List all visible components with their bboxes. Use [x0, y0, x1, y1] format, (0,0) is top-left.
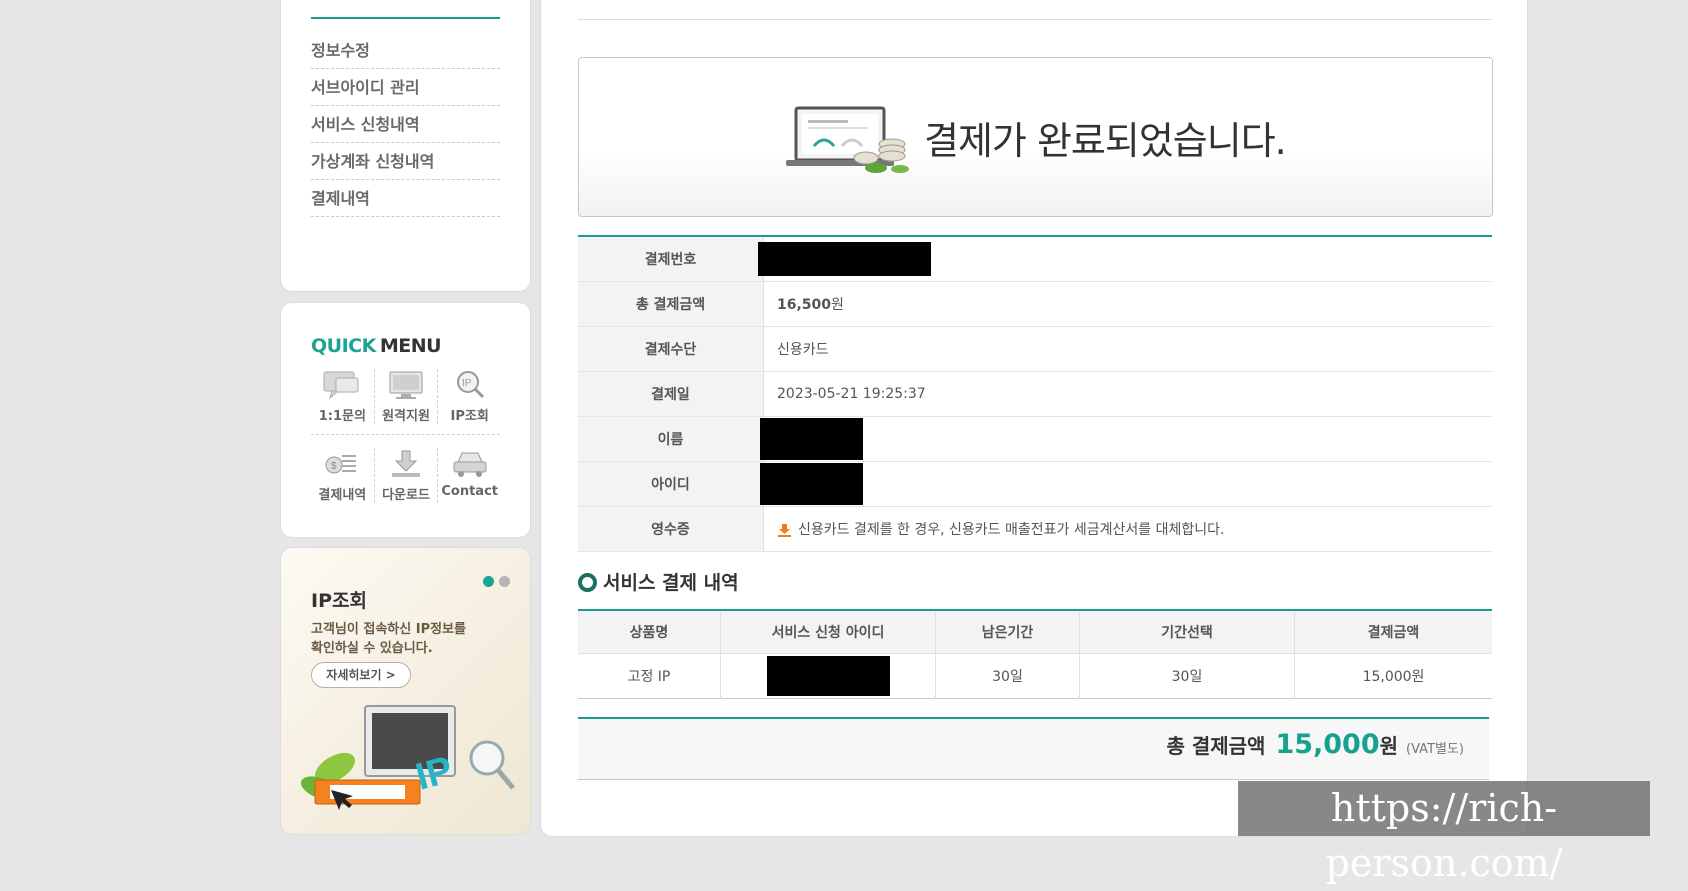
- col-amount: 결제금액: [1294, 610, 1492, 654]
- quick-menu-title: QUICK MENU: [311, 335, 442, 357]
- col-product: 상품명: [578, 610, 721, 654]
- name-label: 이름: [578, 416, 764, 462]
- service-table-header: 상품명 서비스 신청 아이디 남은기간 기간선택 결제금액: [578, 610, 1492, 654]
- payment-info-row-name: 이름: [578, 416, 1492, 462]
- service-payment-table: 상품명 서비스 신청 아이디 남은기간 기간선택 결제금액 고정 IP 30일 …: [578, 609, 1492, 699]
- row-remaining: 30일: [935, 653, 1080, 699]
- payment-number-label: 결제번호: [578, 236, 764, 282]
- quick-item-remote-support-label: 원격지원: [382, 409, 430, 424]
- quick-menu-panel: QUICK MENU 1:1문의 원격지원 IP IP조회 $ 결제내역 다운로…: [280, 302, 531, 538]
- payment-method-value: 신용카드: [763, 326, 1492, 372]
- col-remaining: 남은기간: [935, 610, 1080, 654]
- col-period: 기간선택: [1079, 610, 1295, 654]
- row-product: 고정 IP: [578, 653, 721, 699]
- banner-indicator-2[interactable]: [499, 576, 510, 587]
- download-icon: [392, 450, 420, 477]
- my-page-menu-panel: 정보수정 서브아이디 관리 서비스 신청내역 가상계좌 신청내역 결제내역: [280, 0, 531, 292]
- menu-item-service-history[interactable]: 서비스 신청내역: [311, 106, 500, 143]
- quick-item-payment-history[interactable]: $ 결제내역: [311, 448, 375, 503]
- col-service-id: 서비스 신청 아이디: [720, 610, 936, 654]
- svg-text:$: $: [331, 461, 337, 472]
- ip-illustration-icon: IP: [300, 705, 515, 810]
- watermark-url: https://rich-person.com/: [1238, 781, 1650, 885]
- svg-text:IP: IP: [462, 378, 472, 389]
- menu-item-payment-history[interactable]: 결제내역: [311, 180, 500, 217]
- total-amount-unit: 원: [831, 297, 844, 313]
- quick-item-inquiry[interactable]: 1:1문의: [311, 369, 375, 424]
- ip-magnifier-icon: IP: [456, 371, 484, 399]
- payment-complete-box: 결제가 완료되었습니다.: [578, 57, 1493, 217]
- payment-date-label: 결제일: [578, 371, 764, 417]
- quick-menu-row-2: $ 결제내역 다운로드 Contact: [311, 448, 501, 503]
- payment-info-row-total: 총 결제금액 16,500원: [578, 281, 1492, 327]
- ip-banner-more-button[interactable]: 자세히보기 >: [311, 662, 411, 688]
- grand-total-amount: 15,000: [1275, 729, 1380, 760]
- ip-banner-desc-line2: 확인하실 수 있습니다.: [311, 641, 433, 656]
- payment-info-row-date: 결제일 2023-05-21 19:25:37: [578, 371, 1492, 417]
- quick-item-contact-label: Contact: [441, 484, 498, 499]
- row-period: 30일: [1079, 653, 1295, 699]
- chat-bubble-icon: [323, 371, 359, 400]
- laptop-coins-icon: [786, 106, 909, 173]
- name-redacted: [760, 418, 863, 460]
- quick-item-payment-history-label: 결제내역: [318, 488, 367, 503]
- service-section-title-text: 서비스 결제 내역: [603, 572, 739, 594]
- banner-indicator-1[interactable]: [483, 576, 494, 587]
- menu-item-virtual-account[interactable]: 가상계좌 신청내역: [311, 143, 500, 180]
- grand-total-unit: 원: [1379, 734, 1399, 758]
- total-amount-value: 16,500: [777, 297, 832, 313]
- row-amount: 15,000원: [1362, 669, 1425, 685]
- quick-item-remote-support[interactable]: 원격지원: [375, 369, 439, 424]
- quick-item-download[interactable]: 다운로드: [375, 448, 439, 503]
- vat-note: (VAT별도): [1406, 742, 1464, 757]
- quick-item-contact[interactable]: Contact: [438, 448, 501, 503]
- menu-item-edit-info[interactable]: 정보수정: [311, 32, 500, 69]
- payment-info-row-receipt: 영수증 신용카드 결제를 한 경우, 신용카드 매출전표가 세금계산서를 대체합…: [578, 506, 1492, 552]
- car-icon: [453, 452, 487, 477]
- receipt-label: 영수증: [578, 506, 764, 552]
- payment-date-value: 2023-05-21 19:25:37: [763, 371, 1492, 417]
- ip-banner-title: IP조회: [311, 590, 367, 612]
- main-top-divider: [578, 19, 1492, 20]
- table-row: 고정 IP 30일 30일 15,000원: [578, 653, 1492, 699]
- quick-item-ip-lookup[interactable]: IP IP조회: [438, 369, 501, 424]
- payment-method-label: 결제수단: [578, 326, 764, 372]
- receipt-download-icon[interactable]: [777, 523, 792, 538]
- payment-info-table: 결제번호 총 결제금액 16,500원 결제수단 신용카드 결제일 2023-0…: [578, 235, 1492, 552]
- menu-item-sub-id[interactable]: 서브아이디 관리: [311, 69, 500, 106]
- payment-complete-panel: 결제가 완료되었습니다. 결제번호 총 결제금액 16,500원 결제수단 신용…: [540, 0, 1528, 837]
- payment-number-redacted: [758, 242, 931, 276]
- monitor-icon: [389, 371, 423, 399]
- ip-banner-desc-line1: 고객님이 접속하신 IP정보를: [311, 622, 466, 637]
- payment-info-row-method: 결제수단 신용카드: [578, 326, 1492, 372]
- menu-top-divider: [311, 17, 500, 19]
- quick-menu-row-1: 1:1문의 원격지원 IP IP조회: [311, 369, 501, 424]
- receipt-note: 신용카드 결제를 한 경우, 신용카드 매출전표가 세금계산서를 대체합니다.: [798, 522, 1225, 538]
- quick-item-ip-lookup-label: IP조회: [450, 409, 489, 424]
- id-redacted: [760, 463, 863, 505]
- service-id-redacted: [766, 656, 890, 696]
- payment-info-row-number: 결제번호: [578, 236, 1492, 282]
- quick-item-inquiry-label: 1:1문의: [318, 409, 366, 424]
- quick-menu-separator: [311, 434, 500, 435]
- id-label: 아이디: [578, 461, 764, 507]
- payment-complete-message: 결제가 완료되었습니다.: [924, 119, 1287, 163]
- quick-item-download-label: 다운로드: [382, 488, 430, 503]
- ip-lookup-banner: IP조회 고객님이 접속하신 IP정보를 확인하실 수 있습니다. 자세히보기 …: [280, 547, 531, 835]
- my-page-menu-list: 정보수정 서브아이디 관리 서비스 신청내역 가상계좌 신청내역 결제내역: [311, 32, 500, 217]
- total-summary-bar: 총 결제금액 15,000원 (VAT별도): [578, 717, 1489, 780]
- quick-menu-title-menu: MENU: [379, 335, 442, 357]
- grand-total-label: 총 결제금액: [1166, 734, 1266, 758]
- total-amount-label: 총 결제금액: [578, 281, 764, 327]
- service-payment-section-title: 서비스 결제 내역: [578, 568, 739, 595]
- quick-menu-title-quick: QUICK: [311, 335, 376, 357]
- section-bullet-icon: [578, 573, 597, 592]
- payment-info-row-id: 아이디: [578, 461, 1492, 507]
- coin-list-icon: $: [325, 455, 357, 474]
